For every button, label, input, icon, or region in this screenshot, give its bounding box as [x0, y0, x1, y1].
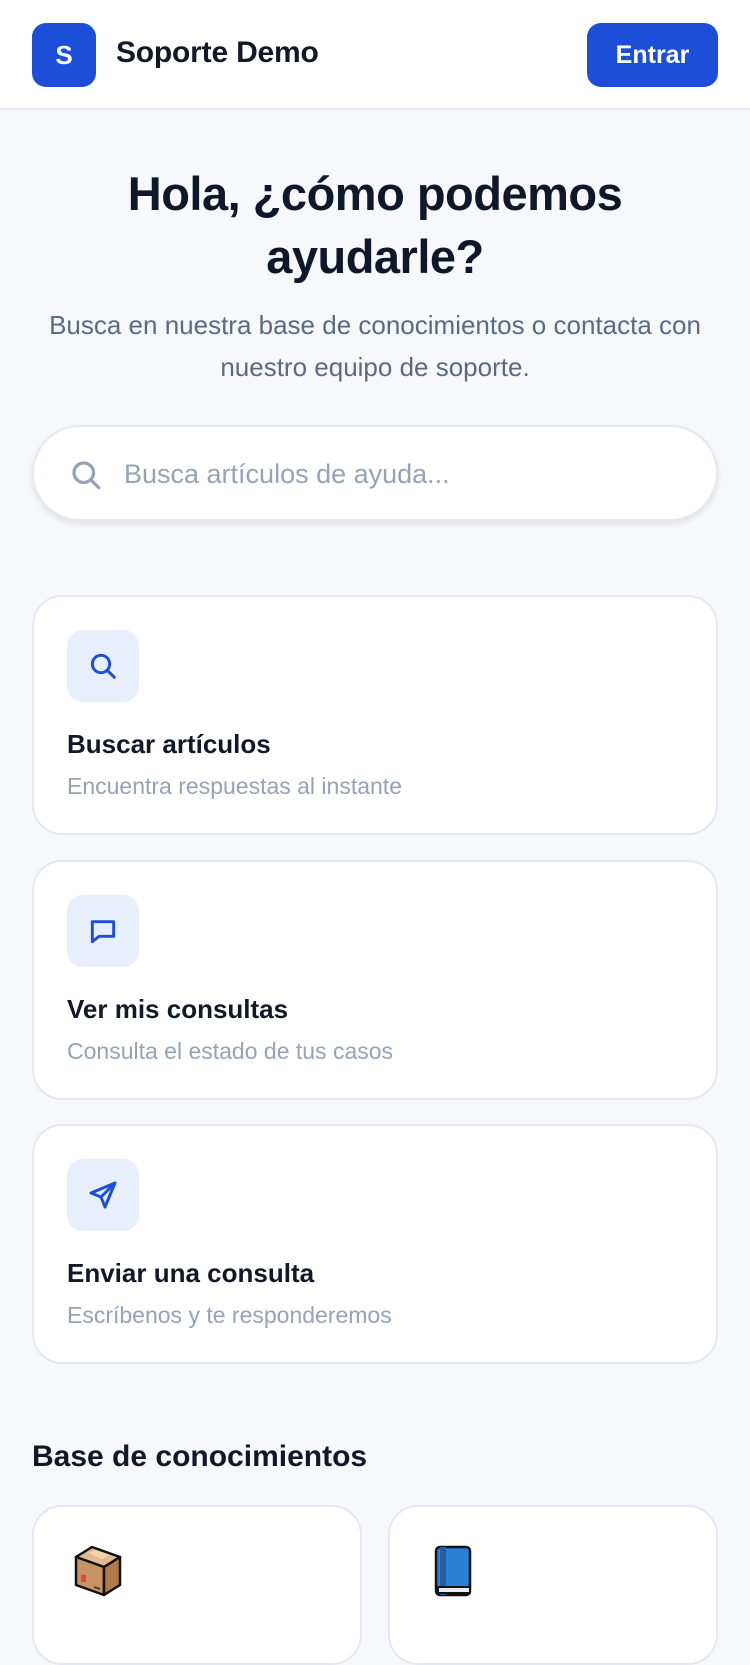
book-icon — [434, 1545, 472, 1597]
login-button[interactable]: Entrar — [587, 23, 718, 87]
search-bar[interactable] — [32, 425, 718, 521]
card-icon-container — [67, 630, 139, 702]
card-title: Ver mis consultas — [67, 994, 289, 1024]
kb-category-card[interactable] — [32, 1505, 362, 1665]
card-icon-container — [67, 1159, 139, 1231]
brand-name[interactable]: Soporte Demo — [116, 36, 319, 70]
search-icon — [72, 461, 101, 490]
search-input[interactable] — [124, 447, 684, 501]
card-icon-container — [67, 895, 139, 967]
hero-subtitle: Busca en nuestra base de conocimientos o… — [49, 310, 701, 382]
send-icon — [89, 1181, 117, 1209]
card-title: Buscar artículos — [67, 729, 271, 759]
brand-badge-letter: S — [55, 39, 73, 70]
knowledge-base-heading: Base de conocimientos — [32, 1440, 368, 1473]
top-header: S Soporte Demo Entrar — [0, 0, 750, 110]
kb-category-card[interactable] — [388, 1505, 718, 1665]
brand-logo-badge[interactable]: S — [32, 23, 96, 87]
card-description: Consulta el estado de tus casos — [67, 1038, 394, 1064]
action-card-my-tickets[interactable]: Ver mis consultas Consulta el estado de … — [32, 860, 718, 1100]
action-card-send-ticket[interactable]: Enviar una consulta Escríbenos y te resp… — [32, 1124, 718, 1364]
card-description: Escríbenos y te responderemos — [67, 1302, 392, 1328]
message-icon — [90, 920, 116, 944]
search-icon — [90, 653, 116, 679]
card-description: Encuentra respuestas al instante — [67, 773, 402, 799]
hero-title: Hola, ¿cómo podemos ayudarle? — [127, 167, 623, 283]
action-card-search-articles[interactable]: Buscar artículos Encuentra respuestas al… — [32, 595, 718, 835]
card-title: Enviar una consulta — [67, 1258, 315, 1288]
package-icon — [74, 1545, 122, 1597]
